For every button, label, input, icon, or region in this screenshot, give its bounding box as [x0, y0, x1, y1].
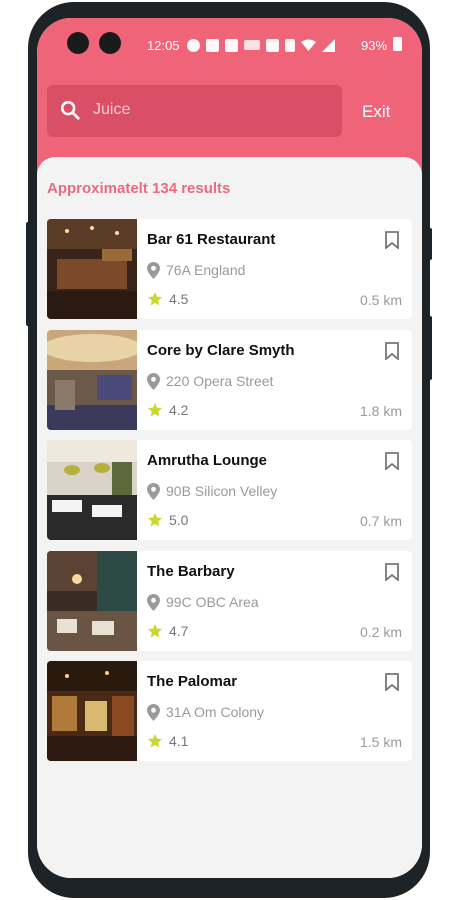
battery-icon	[393, 37, 402, 51]
restaurant-card[interactable]: Bar 61 Restaurant 76A England 4.5 0.5 km	[47, 219, 412, 319]
star-icon	[148, 403, 162, 417]
side-button-right-top	[428, 228, 432, 260]
search-bar[interactable]: Juice	[47, 85, 342, 137]
wifi-icon	[301, 39, 316, 51]
rating-value: 4.5	[169, 291, 189, 307]
results-count: Approximatelt 134 results	[47, 180, 231, 197]
app-sigma-icon	[225, 38, 238, 52]
restaurant-card[interactable]: Amrutha Lounge 90B Silicon Velley 5.0 0.…	[47, 440, 412, 540]
battery-percent: 93%	[361, 38, 388, 53]
restaurant-photo	[47, 551, 137, 651]
bookmark-icon[interactable]	[384, 673, 400, 691]
rating-value: 5.0	[169, 512, 189, 528]
rating-value: 4.2	[169, 402, 189, 418]
star-icon	[148, 292, 162, 306]
side-button-left	[26, 222, 30, 326]
restaurant-location: 220 Opera Street	[147, 372, 273, 390]
screen: 12:05 93% Juice Exit Approximatelt 134 r…	[37, 18, 422, 878]
restaurant-photo	[47, 440, 137, 540]
side-button-right-bottom	[428, 316, 432, 380]
restaurant-photo	[47, 219, 137, 319]
restaurant-distance: 0.2 km	[359, 624, 402, 640]
restaurant-card[interactable]: Core by Clare Smyth 220 Opera Street 4.2…	[47, 330, 412, 430]
search-input[interactable]: Juice	[93, 101, 130, 119]
restaurant-name: Bar 61 Restaurant	[147, 231, 276, 248]
restaurant-distance: 0.7 km	[359, 513, 402, 529]
exit-button[interactable]: Exit	[362, 102, 390, 122]
restaurant-card[interactable]: The Barbary 99C OBC Area 4.7 0.2 km	[47, 551, 412, 651]
restaurant-distance: 1.5 km	[359, 734, 402, 750]
location-pin-icon	[147, 372, 160, 390]
location-pin-icon	[147, 482, 160, 500]
bookmark-icon[interactable]	[384, 342, 400, 360]
restaurant-name: The Barbary	[147, 563, 235, 580]
restaurant-address: 76A England	[166, 262, 246, 278]
vibrate-icon	[285, 38, 295, 52]
star-icon	[148, 624, 162, 638]
restaurant-distance: 0.5 km	[359, 292, 402, 308]
restaurant-address: 220 Opera Street	[166, 373, 274, 389]
front-camera-2	[99, 32, 121, 54]
restaurant-name: Core by Clare Smyth	[147, 342, 295, 359]
restaurant-location: 76A England	[147, 261, 245, 279]
restaurant-location: 31A Om Colony	[147, 703, 264, 721]
image-notification-icon	[206, 38, 219, 52]
signal-icon	[322, 38, 335, 52]
restaurant-rating: 4.2	[147, 402, 188, 418]
search-icon	[60, 100, 80, 120]
restaurant-name: The Palomar	[147, 673, 238, 690]
header: 12:05 93% Juice Exit	[37, 18, 422, 178]
restaurant-address: 31A Om Colony	[166, 704, 265, 720]
rating-value: 4.7	[169, 623, 189, 639]
restaurant-address: 99C OBC Area	[166, 594, 259, 610]
nfc-icon	[266, 38, 279, 52]
restaurant-address: 90B Silicon Velley	[166, 483, 278, 499]
star-icon	[148, 734, 162, 748]
location-pin-icon	[147, 703, 160, 721]
restaurant-rating: 4.5	[147, 291, 188, 307]
bookmark-icon[interactable]	[384, 452, 400, 470]
restaurant-location: 99C OBC Area	[147, 593, 259, 611]
data-speed-icon	[244, 40, 260, 50]
restaurant-card[interactable]: The Palomar 31A Om Colony 4.1 1.5 km	[47, 661, 412, 761]
restaurant-name: Amrutha Lounge	[147, 452, 267, 469]
status-time: 12:05	[147, 38, 180, 53]
bookmark-icon[interactable]	[384, 231, 400, 249]
status-bar: 12:05 93%	[37, 18, 422, 74]
restaurant-rating: 5.0	[147, 512, 188, 528]
restaurant-photo	[47, 330, 137, 430]
results-content: Approximatelt 134 results Bar 61 Restaur…	[37, 157, 422, 878]
front-camera	[67, 32, 89, 54]
status-icons	[187, 37, 335, 53]
rating-value: 4.1	[169, 733, 189, 749]
bookmark-icon[interactable]	[384, 563, 400, 581]
app-notification-icon	[187, 38, 200, 52]
location-pin-icon	[147, 593, 160, 611]
location-pin-icon	[147, 261, 160, 279]
star-icon	[148, 513, 162, 527]
restaurant-photo	[47, 661, 137, 761]
restaurant-rating: 4.7	[147, 623, 188, 639]
restaurant-location: 90B Silicon Velley	[147, 482, 277, 500]
restaurant-rating: 4.1	[147, 733, 188, 749]
restaurant-distance: 1.8 km	[359, 403, 402, 419]
